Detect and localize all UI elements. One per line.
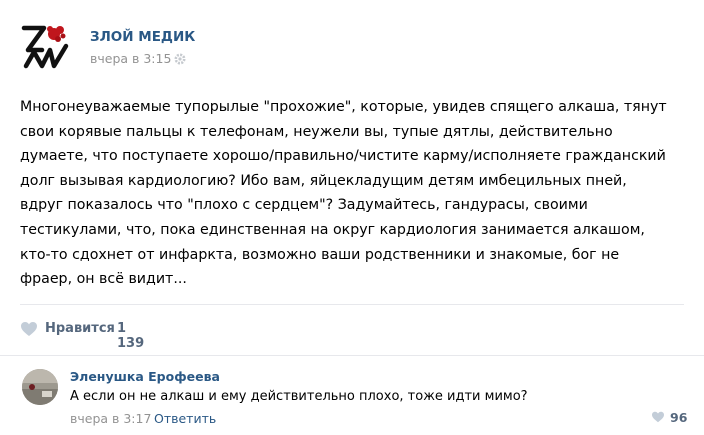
avatar[interactable] bbox=[22, 369, 58, 405]
post-text-line: кто-то сдохнет от инфаркта, возможно ваш… bbox=[20, 246, 620, 263]
comment-text: А если он не алкаш и ему действительно п… bbox=[70, 389, 528, 404]
comment-like-count: 96 bbox=[670, 410, 688, 425]
comment: Эленушка Ерофеева А если он не алкаш и е… bbox=[0, 356, 704, 435]
zm-logo-icon bbox=[21, 25, 69, 69]
post-author[interactable]: ЗЛОЙ МЕДИК bbox=[90, 29, 195, 45]
post-text-line: тестикулами, что, пока единственная на о… bbox=[20, 221, 645, 238]
post-time-text[interactable]: вчера в 3:15 bbox=[90, 51, 171, 66]
post-text-line: свои корявые пальцы к телефонам, неужели… bbox=[20, 123, 613, 140]
comment-time[interactable]: вчера в 3:17 bbox=[70, 411, 151, 426]
post-text-line: фраер, он всё видит... bbox=[20, 271, 187, 288]
heart-icon bbox=[20, 321, 38, 341]
post-time[interactable]: вчера в 3:15 bbox=[90, 51, 186, 68]
heart-icon bbox=[651, 411, 665, 426]
group-logo[interactable] bbox=[20, 20, 72, 72]
like-count: 1 139 bbox=[117, 321, 145, 351]
like-label: Нравится bbox=[45, 321, 115, 336]
post-text-line: вдруг показалось что "плохо с сердцем"? … bbox=[20, 197, 588, 214]
post-text: Многонеуважаемые тупорылые "прохожие", к… bbox=[20, 95, 690, 292]
post-text-line: Многонеуважаемые тупорылые "прохожие", к… bbox=[20, 99, 667, 115]
divider bbox=[20, 304, 684, 305]
gear-icon[interactable] bbox=[174, 53, 186, 68]
comment-author[interactable]: Эленушка Ерофеева bbox=[70, 369, 220, 384]
post-text-line: долг вызывая кардиологию? Ибо вам, яйцек… bbox=[20, 172, 627, 189]
reply-button[interactable]: Ответить bbox=[154, 411, 216, 426]
post-header: ЗЛОЙ МЕДИК вчера в 3:15 bbox=[20, 20, 680, 72]
post-text-line: думаете, что поступаете хорошо/правильно… bbox=[20, 148, 666, 165]
